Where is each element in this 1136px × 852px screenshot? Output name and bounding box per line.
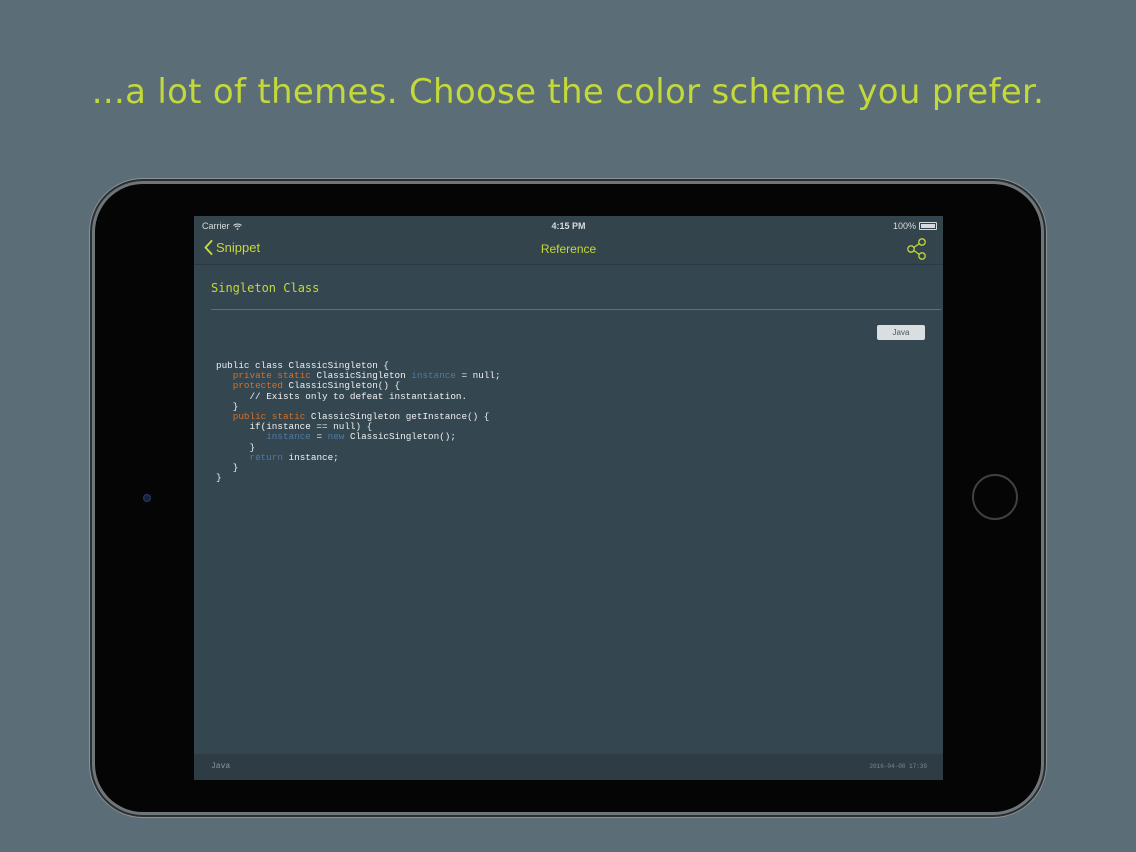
code-text: // Exists only to defeat instantiation. [216, 390, 468, 402]
battery-icon [919, 222, 937, 230]
language-badge[interactable]: Java [877, 325, 925, 340]
battery-group: 100% [893, 221, 937, 231]
share-icon[interactable] [905, 237, 929, 261]
status-time: 4:15 PM [551, 221, 586, 231]
nav-title: Reference [540, 242, 597, 256]
code-text: ClassicSingleton(); [344, 431, 456, 443]
snippet-title: Singleton Class [211, 281, 320, 295]
status-bar: Carrier 4:15 PM 100% [194, 216, 943, 234]
code-text: } [216, 472, 222, 484]
code-line: return instance; [216, 451, 501, 463]
footer-date: 2016-04-08 17:39 [869, 763, 927, 770]
title-divider [211, 309, 941, 310]
code-keyword: return [249, 451, 283, 463]
code-keyword: instance [411, 370, 456, 382]
footer-bar: Java 2016-04-08 17:39 [194, 754, 943, 780]
code-line: instance = new ClassicSingleton(); [216, 432, 501, 442]
code-line: } [216, 473, 501, 483]
snippet-content: Singleton Class Java public class Classi… [194, 264, 943, 755]
code-keyword: new [327, 431, 345, 443]
code-line: } [216, 462, 501, 473]
code-block[interactable]: public class ClassicSingleton { private … [216, 360, 501, 483]
code-line: // Exists only to defeat instantiation. [216, 390, 501, 402]
battery-percent: 100% [892, 221, 916, 231]
code-text: instance; [282, 451, 339, 463]
headline: ...a lot of themes. Choose the color sch… [91, 72, 1045, 112]
ipad-device-frame: Carrier 4:15 PM 100% Snippet Reference S… [95, 184, 1041, 812]
footer-language: Java [211, 762, 231, 771]
app-screen: Carrier 4:15 PM 100% Snippet Reference S… [194, 216, 943, 780]
home-button[interactable] [972, 474, 1018, 520]
code-text: = null; [455, 370, 501, 382]
camera-dot [143, 494, 151, 502]
code-keyword: instance [266, 431, 311, 443]
navigation-bar: Snippet Reference [194, 234, 943, 264]
code-text: = [310, 431, 328, 443]
